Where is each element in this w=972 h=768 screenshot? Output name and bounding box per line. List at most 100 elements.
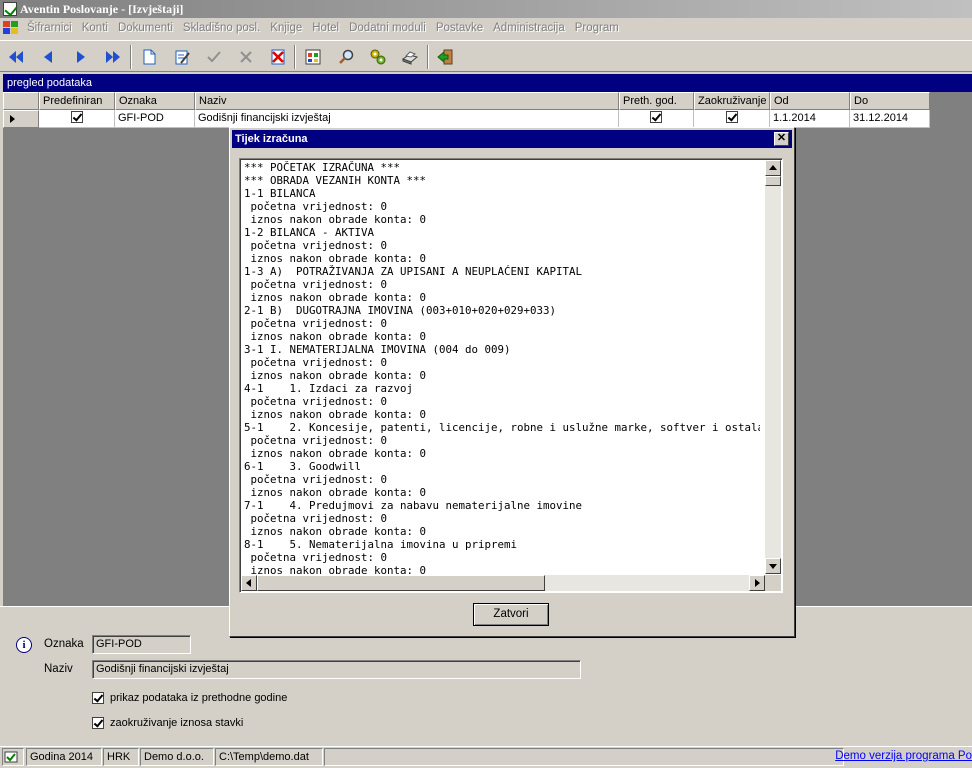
edit-icon[interactable] [170, 45, 194, 69]
new-document-icon[interactable] [137, 45, 161, 69]
cell-preth-god[interactable] [619, 110, 694, 128]
status-empty-panel [324, 748, 844, 766]
log-line: iznos nakon obrade konta: 0 [244, 564, 427, 575]
menu-item-5[interactable]: Hotel [307, 18, 344, 38]
menu-item-7[interactable]: Postavke [431, 18, 488, 38]
dialog-close-icon[interactable]: ✕ [774, 132, 789, 146]
app-icon [3, 2, 17, 16]
first-record-icon[interactable] [4, 45, 28, 69]
log-line: 1-1 BILANCA [244, 187, 316, 200]
menu-item-3[interactable]: Skladišno posl. [178, 18, 265, 38]
delete-icon[interactable] [266, 45, 290, 69]
predefiniran-checkbox[interactable] [70, 111, 83, 124]
menu-item-9[interactable]: Program [570, 18, 624, 38]
last-record-icon[interactable] [101, 45, 125, 69]
column-header-do[interactable]: Do [850, 92, 930, 110]
confirm-icon[interactable] [202, 45, 226, 69]
log-line: 1-3 A) POTRAŽIVANJA ZA UPISANI A NEUPLAĆ… [244, 265, 583, 278]
menu-items: Šifrarnici Konti Dokumenti Skladišno posl. K… [22, 18, 624, 38]
menu-item-4[interactable]: Knjige [265, 18, 307, 38]
scroll-up-button[interactable] [765, 160, 781, 176]
toolbar [0, 40, 972, 72]
report-icon[interactable] [301, 45, 325, 69]
rounding-option[interactable]: zaokruživanje iznosa stavki [92, 717, 243, 729]
menu-item-0[interactable]: Šifrarnici [22, 18, 77, 38]
prev-year-label: prikaz podataka iz prethodne godine [110, 692, 288, 704]
demo-version-link[interactable]: Demo verzija programa Po [835, 748, 972, 764]
menu-item-8[interactable]: Administracija [488, 18, 570, 38]
log-line: iznos nakon obrade konta: 0 [244, 291, 427, 304]
log-line: početna vrijednost: 0 [244, 356, 388, 369]
exit-icon[interactable] [434, 45, 458, 69]
log-line: iznos nakon obrade konta: 0 [244, 525, 427, 538]
scroll-right-button[interactable] [749, 575, 765, 591]
cell-oznaka[interactable]: GFI-POD [115, 110, 195, 128]
log-line: početna vrijednost: 0 [244, 473, 388, 486]
zaokruzivanje-checkbox[interactable] [725, 111, 738, 124]
cell-naziv[interactable]: Godišnji financijski izvještaj [195, 110, 619, 128]
toolbar-separator [130, 45, 132, 69]
rounding-checkbox[interactable] [92, 717, 104, 729]
table-row[interactable]: GFI-POD Godišnji financijski izvještaj 1… [3, 110, 930, 128]
column-header-od[interactable]: Od [770, 92, 850, 110]
scroll-left-button[interactable] [241, 575, 257, 591]
log-line: početna vrijednost: 0 [244, 395, 388, 408]
menu-item-6[interactable]: Dodatni moduli [344, 18, 431, 38]
horizontal-scroll-thumb[interactable] [257, 575, 545, 591]
log-line: početna vrijednost: 0 [244, 512, 388, 525]
menu-bar: Šifrarnici Konti Dokumenti Skladišno posl. K… [0, 18, 972, 38]
dialog-titlebar: Tijek izračuna ✕ [232, 130, 792, 148]
log-line: 5-1 2. Koncesije, patenti, licencije, ro… [244, 421, 760, 434]
column-header-naziv[interactable]: Naziv [195, 92, 619, 110]
preth-god-checkbox[interactable] [650, 111, 662, 124]
log-horizontal-scrollbar[interactable] [241, 575, 765, 591]
grid-header-row: Predefiniran Oznaka Naziv Preth. god. Za… [3, 92, 930, 110]
row-indicator [3, 110, 39, 128]
cell-do[interactable]: 31.12.2014 [850, 110, 930, 128]
prev-year-option[interactable]: prikaz podataka iz prethodne godine [92, 692, 287, 704]
previous-record-icon[interactable] [36, 45, 60, 69]
cell-zaokruzivanje[interactable] [694, 110, 770, 128]
menu-item-1[interactable]: Konti [77, 18, 113, 38]
cell-od[interactable]: 1.1.2014 [770, 110, 850, 128]
windows-menu-icon[interactable] [3, 21, 19, 35]
log-line: *** OBRADA VEZANIH KONTA *** [244, 174, 427, 187]
column-header-oznaka[interactable]: Oznaka [115, 92, 195, 110]
cancel-icon[interactable] [234, 45, 258, 69]
log-line: početna vrijednost: 0 [244, 551, 388, 564]
log-line: 3-1 I. NEMATERIJALNA IMOVINA (004 do 009… [244, 343, 511, 356]
log-line: početna vrijednost: 0 [244, 239, 388, 252]
oznaka-label: Oznaka [44, 638, 84, 650]
toolbar-separator [427, 45, 429, 69]
rounding-label: zaokruživanje iznosa stavki [110, 717, 244, 729]
print-icon[interactable] [398, 45, 422, 69]
calculation-log[interactable]: *** POČETAK IZRAČUNA *** *** OBRADA VEZAN… [239, 158, 783, 593]
column-header-predefiniran[interactable]: Predefiniran [39, 92, 115, 110]
close-button[interactable]: Zatvori [473, 603, 549, 626]
column-header-zaokruzivanje[interactable]: Zaokruživanje [694, 92, 770, 110]
log-line: *** POČETAK IZRAČUNA *** [244, 161, 401, 174]
oznaka-field[interactable]: GFI-POD [92, 635, 191, 654]
calculation-progress-dialog: Tijek izračuna ✕ *** POČETAK IZRAČUNA **… [229, 127, 795, 637]
menu-item-2[interactable]: Dokumenti [113, 18, 178, 38]
status-currency: HRK [103, 748, 139, 766]
column-header-preth-god[interactable]: Preth. god. [619, 92, 694, 110]
window-titlebar: Aventin Poslovanje - [Izvještaji] [0, 0, 972, 18]
vertical-scroll-thumb[interactable] [765, 176, 781, 186]
scrollbar-corner [765, 575, 781, 591]
status-company: Demo d.o.o. [140, 748, 214, 766]
scroll-down-button[interactable] [765, 558, 781, 574]
status-file: C:\Temp\demo.dat [215, 748, 323, 766]
log-line: iznos nakon obrade konta: 0 [244, 408, 427, 421]
search-icon[interactable] [334, 45, 358, 69]
naziv-field[interactable]: Godišnji financijski izvještaj [92, 660, 581, 679]
next-record-icon[interactable] [69, 45, 93, 69]
calculate-gears-icon[interactable] [366, 45, 390, 69]
log-line: početna vrijednost: 0 [244, 434, 388, 447]
prev-year-checkbox[interactable] [92, 692, 104, 704]
naziv-label: Naziv [44, 663, 73, 675]
log-vertical-scrollbar[interactable] [765, 160, 781, 574]
cell-predefiniran[interactable] [39, 110, 115, 128]
log-line: 2-1 B) DUGOTRAJNA IMOVINA (003+010+020+0… [244, 304, 557, 317]
toolbar-separator [294, 45, 296, 69]
